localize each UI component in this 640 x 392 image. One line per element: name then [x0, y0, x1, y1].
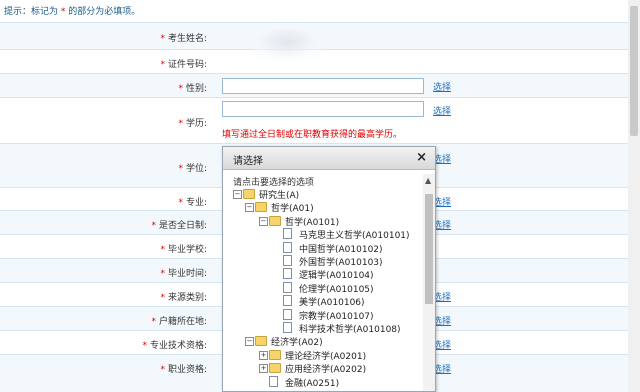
- required-star: *: [178, 164, 183, 174]
- document-icon: [283, 322, 292, 333]
- tree-node-label[interactable]: 哲学(A0101): [285, 215, 339, 228]
- document-icon: [269, 375, 278, 387]
- tree-node-label[interactable]: 伦理学(A010105): [299, 282, 374, 295]
- label-education: * 学历:: [0, 116, 213, 129]
- required-star: *: [178, 84, 183, 94]
- education-choose-link[interactable]: 选择: [433, 104, 451, 117]
- document-icon: [283, 228, 292, 240]
- document-icon: [283, 255, 292, 266]
- tree-node-label[interactable]: 研究生(A): [259, 188, 299, 201]
- expand-icon[interactable]: +: [259, 364, 268, 374]
- redacted-area: [252, 24, 322, 60]
- label-text: 学位:: [185, 164, 207, 174]
- education-warning: 填写通过全日制或在职教育获得的最高学历。: [222, 130, 403, 140]
- label-text: 毕业学校:: [167, 245, 207, 255]
- document-icon: [283, 308, 292, 320]
- row-education: * 学历: 选择 填写通过全日制或在职教育获得的最高学历。: [0, 97, 628, 143]
- page-scrollbar-thumb[interactable]: [630, 6, 638, 136]
- collapse-icon[interactable]: −: [233, 190, 242, 199]
- label-id-number: * 证件号码:: [0, 57, 213, 70]
- label-tech-qualification: * 专业技术资格:: [0, 338, 213, 351]
- required-star: *: [160, 293, 165, 303]
- dialog-body: 请点击要选择的选项 − 研究生(A) − 哲学(A01) − 哲学(A0101) 马克思主义…: [223, 170, 435, 391]
- label-major: * 专业:: [0, 195, 213, 208]
- label-degree: * 学位:: [0, 161, 213, 174]
- label-name: * 考生姓名:: [0, 31, 213, 44]
- required-star: *: [178, 198, 183, 208]
- dialog-header: 请选择 ×: [223, 147, 435, 170]
- tree-node-label[interactable]: 哲学(A01): [271, 201, 314, 214]
- tree-node-label[interactable]: 马克思主义哲学(A010101): [299, 228, 410, 241]
- label-text: 学历:: [185, 119, 207, 129]
- document-icon: [283, 241, 292, 253]
- tree-node-label[interactable]: 应用经济学(A0202): [285, 362, 366, 375]
- label-household: * 户籍所在地:: [0, 314, 213, 327]
- document-icon: [283, 268, 292, 280]
- required-star: *: [160, 365, 165, 375]
- label-text: 毕业时间:: [167, 269, 207, 279]
- folder-icon: [269, 363, 281, 374]
- collapse-icon[interactable]: −: [245, 337, 254, 347]
- folder-icon: [255, 202, 267, 213]
- required-star: *: [160, 60, 165, 70]
- page-scrollbar[interactable]: [628, 0, 640, 392]
- label-text: 证件号码:: [167, 60, 207, 70]
- label-vocational-qualification: * 职业资格:: [0, 362, 213, 375]
- dialog-scrollbar-thumb[interactable]: [425, 194, 433, 304]
- required-star: *: [160, 245, 165, 255]
- hint-prefix: 提示：标记为: [4, 7, 59, 17]
- row-gender: * 性别: 选择: [0, 73, 628, 97]
- select-dialog: 请选择 × 请点击要选择的选项 − 研究生(A) − 哲学(A01) − 哲学(A0101…: [222, 146, 436, 392]
- dialog-prompt: 请点击要选择的选项: [233, 178, 315, 188]
- tree-node-label[interactable]: 金融(A0251): [285, 376, 339, 389]
- label-source-type: * 来源类别:: [0, 290, 213, 303]
- folder-icon: [255, 336, 267, 347]
- tree-node-label[interactable]: 宗教学(A010107): [299, 309, 374, 322]
- document-icon: [283, 281, 292, 293]
- label-text: 性别:: [185, 84, 207, 94]
- hint-suffix: 的部分为必填项。: [68, 7, 141, 17]
- label-school: * 毕业学校:: [0, 242, 213, 255]
- label-text: 专业技术资格:: [149, 341, 207, 351]
- dialog-title: 请选择: [233, 156, 263, 167]
- folder-icon: [269, 215, 281, 226]
- required-star: *: [178, 119, 183, 129]
- tree-node-label[interactable]: 科学技术哲学(A010108): [299, 322, 401, 335]
- folder-icon: [243, 189, 255, 199]
- folder-icon: [269, 349, 281, 360]
- expand-icon[interactable]: +: [259, 350, 268, 360]
- gender-field[interactable]: [222, 78, 424, 94]
- tree-node-label[interactable]: 理论经济学(A0201): [285, 349, 366, 362]
- label-text: 是否全日制:: [158, 221, 207, 231]
- label-gender: * 性别:: [0, 81, 213, 94]
- tree-node-label[interactable]: 外国哲学(A010103): [299, 255, 383, 268]
- label-full-time: * 是否全日制:: [0, 218, 213, 231]
- gender-choose-link[interactable]: 选择: [433, 80, 451, 93]
- education-field[interactable]: [222, 101, 424, 117]
- label-text: 户籍所在地:: [158, 317, 207, 327]
- label-text: 职业资格:: [167, 365, 207, 375]
- close-icon[interactable]: ×: [416, 150, 427, 165]
- collapse-icon[interactable]: −: [245, 203, 254, 213]
- required-star: *: [160, 269, 165, 279]
- label-graduation-time: * 毕业时间:: [0, 266, 213, 279]
- label-text: 来源类别:: [167, 293, 207, 303]
- label-text: 专业:: [185, 198, 207, 208]
- tree-node-label[interactable]: 美学(A010106): [299, 295, 365, 308]
- hint-star: *: [60, 7, 66, 17]
- collapse-icon[interactable]: −: [259, 216, 268, 226]
- tree-node-label[interactable]: 中国哲学(A010102): [299, 242, 383, 255]
- required-hint: 提示：标记为 * 的部分为必填项。: [4, 4, 140, 17]
- required-star: *: [151, 317, 156, 327]
- tree-node-label[interactable]: 经济学(A02): [271, 335, 323, 348]
- label-text: 考生姓名:: [167, 34, 207, 44]
- required-star: *: [142, 341, 147, 351]
- document-icon: [283, 295, 292, 307]
- scroll-up-icon[interactable]: ▲: [425, 176, 431, 185]
- tree-node-label[interactable]: 逻辑学(A010104): [299, 268, 374, 281]
- required-star: *: [160, 34, 165, 44]
- required-star: *: [151, 221, 156, 231]
- dialog-scrollbar[interactable]: ▲: [423, 174, 435, 391]
